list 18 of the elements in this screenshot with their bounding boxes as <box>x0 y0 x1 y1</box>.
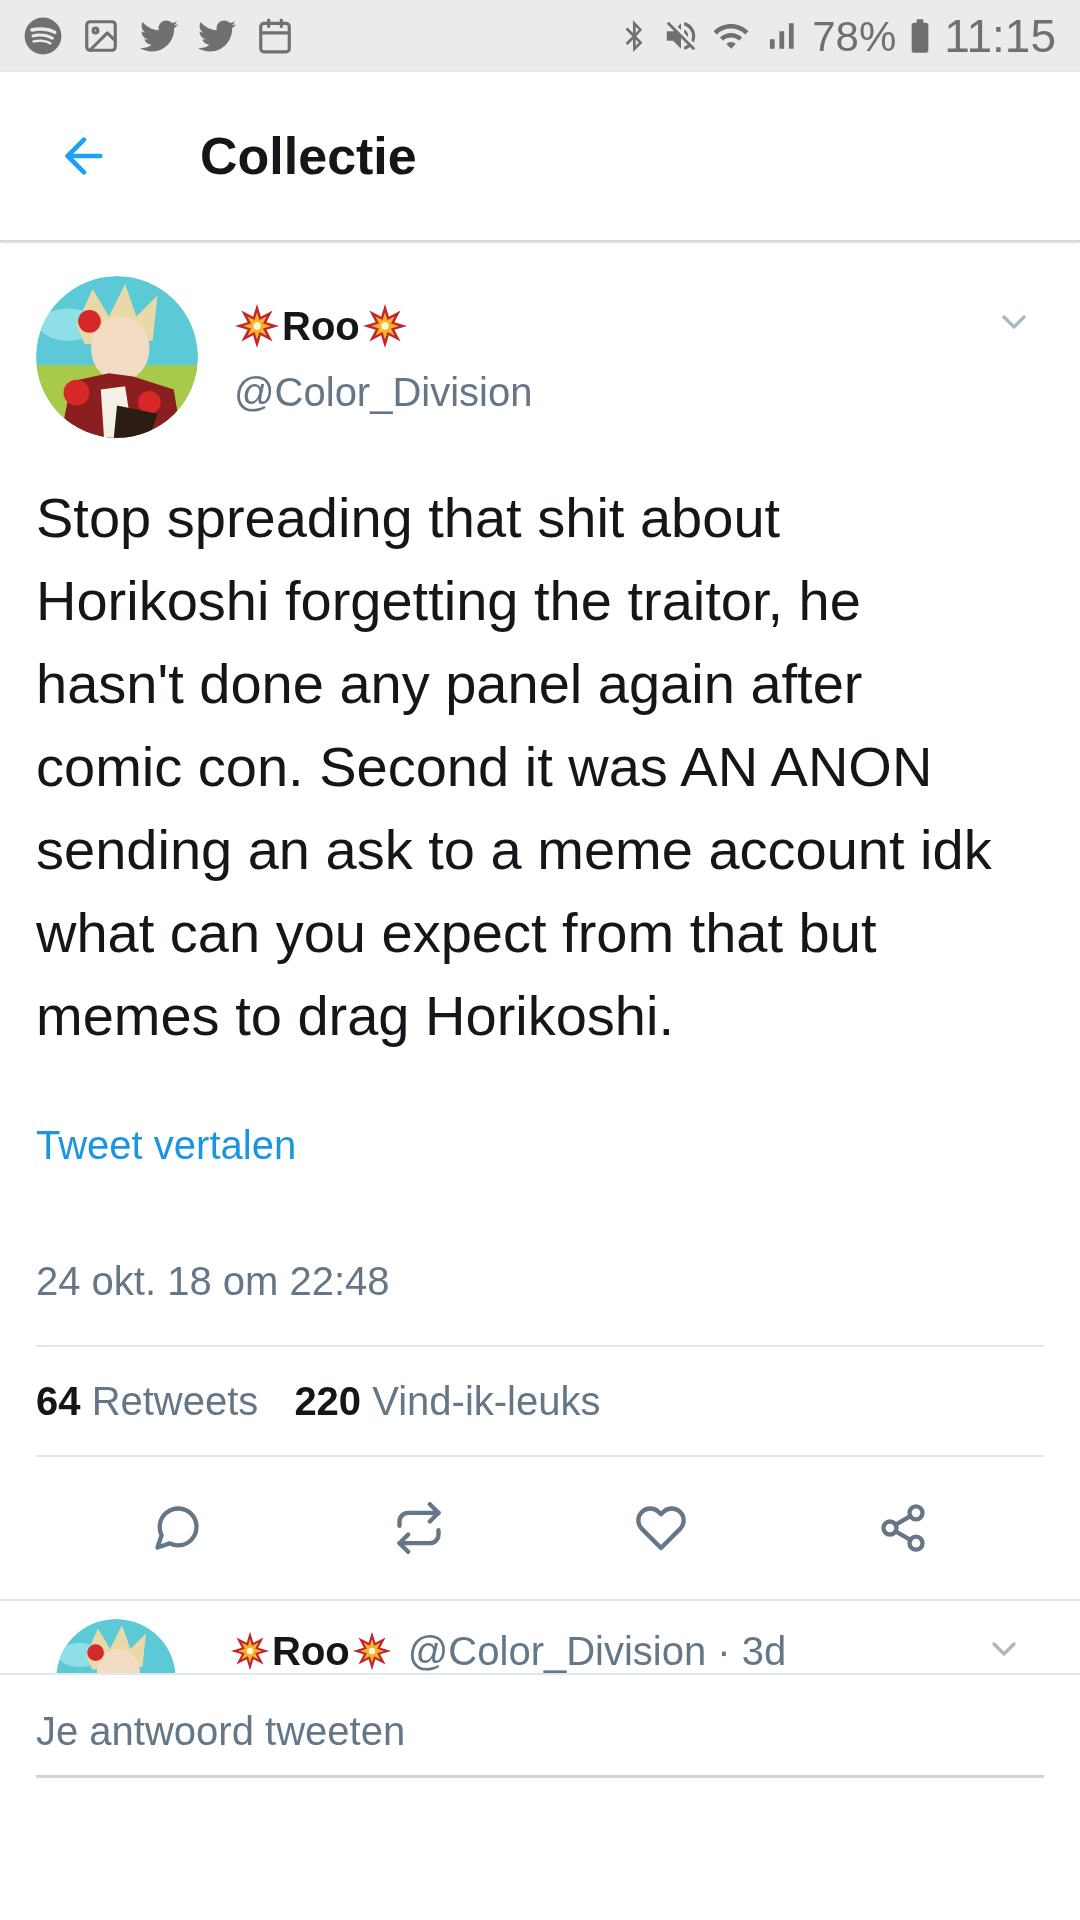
like-count[interactable]: 220 Vind-ik-leuks <box>294 1371 601 1431</box>
spotify-icon <box>24 17 62 55</box>
display-name: Roo <box>282 303 360 350</box>
clock: 11:15 <box>944 8 1056 64</box>
burst-icon <box>230 1631 270 1671</box>
tweet-date: 24 okt. 18 om 22:48 <box>36 1258 391 1305</box>
reply-input[interactable]: Je antwoord tweeten <box>36 1701 1044 1778</box>
retweet-count[interactable]: 64 Retweets <box>36 1371 259 1431</box>
page-title: Collectie <box>200 126 417 187</box>
burst-icon <box>351 1631 392 1671</box>
calendar-icon <box>256 17 294 55</box>
user-handle: @Color_Division <box>234 369 534 416</box>
tweet-text: Stop spreading that shit about Horikoshi forgetting the traitor, he hasn't done any panel again after comic con. Second it was AN ANON sending an ask to a meme account idk what can you expect from that but memes to drag Horikoshi. <box>36 485 993 1049</box>
reply-author-meta: @Color_Division · 3d <box>407 1628 787 1673</box>
battery-percent: 78% <box>812 11 897 62</box>
image-icon <box>82 17 120 55</box>
burst-icon <box>234 303 280 349</box>
reply-author-name: Roo <box>272 1628 350 1673</box>
